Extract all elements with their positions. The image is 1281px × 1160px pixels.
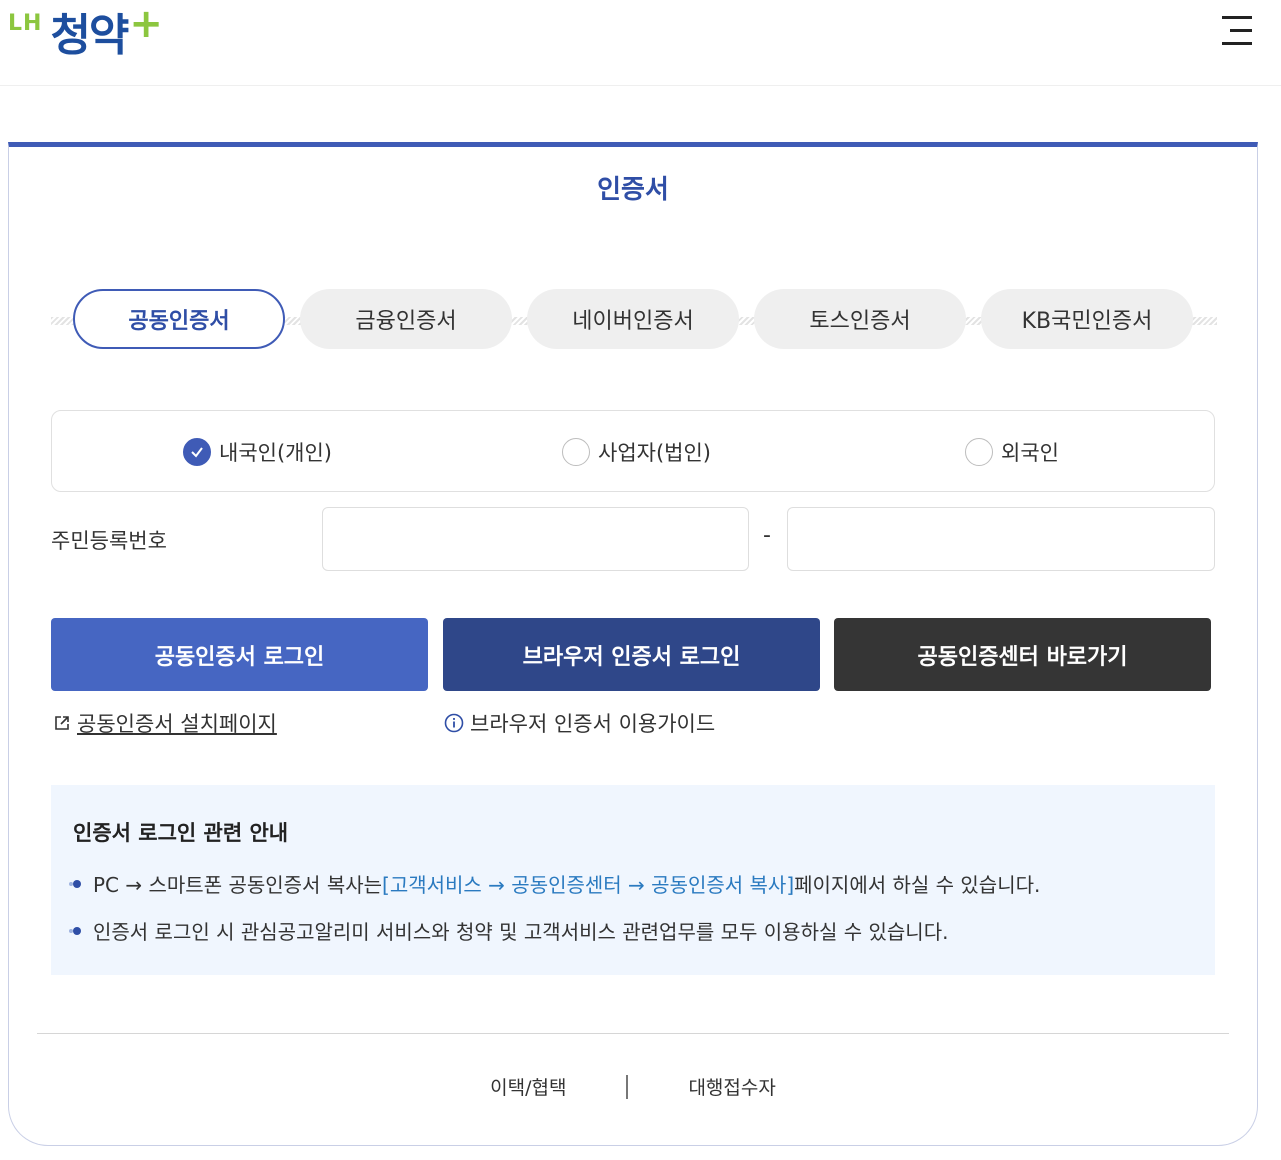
user-type-selector: 내국인(개인) 사업자(법인) 외국인	[51, 410, 1215, 492]
logo-lh-text: LH	[8, 11, 43, 36]
page-title: 인증서	[597, 175, 669, 205]
radio-label: 사업자(법인)	[598, 441, 711, 465]
certificate-card: 인증서 공동인증서 금융인증서 네이버인증서 토스인증서 KB국민인증서 내국인…	[8, 142, 1258, 1146]
radio-circle-icon	[562, 438, 590, 466]
radio-business-corporate[interactable]: 사업자(법인)	[562, 437, 711, 467]
radio-domestic-individual[interactable]: 내국인(개인)	[183, 437, 332, 467]
tab-financial-certificate[interactable]: 금융인증서	[300, 289, 512, 349]
ssn-back-input[interactable]	[787, 507, 1215, 571]
notice-item1-link[interactable]: [고객서비스 → 공동인증센터 → 공동인증서 복사]	[382, 869, 794, 898]
joint-certificate-login-button[interactable]: 공동인증서 로그인	[51, 618, 428, 691]
login-notice-box: 인증서 로그인 관련 안내 PC → 스마트폰 공동인증서 복사는 [고객서비스…	[51, 785, 1215, 975]
radio-foreigner[interactable]: 외국인	[965, 437, 1059, 467]
bullet-icon	[69, 879, 81, 888]
radio-label: 외국인	[1001, 441, 1059, 465]
info-icon	[444, 713, 464, 733]
radio-circle-icon	[965, 438, 993, 466]
ssn-label: 주민등록번호	[51, 529, 167, 553]
notice-item2-text: 인증서 로그인 시 관심공고알리미 서비스와 청약 및 고객서비스 관련업무를 …	[93, 920, 949, 944]
tab-toss-certificate[interactable]: 토스인증서	[754, 289, 966, 349]
browser-guide-link[interactable]: 브라우저 인증서 이용가이드	[444, 708, 715, 738]
external-link-icon	[53, 714, 71, 732]
joint-cert-center-button[interactable]: 공동인증센터 바로가기	[834, 618, 1211, 691]
logo-plus-text: +	[129, 1, 163, 47]
bullet-icon	[69, 926, 81, 935]
install-page-label: 공동인증서 설치페이지	[77, 712, 277, 736]
certificate-tabs: 공동인증서 금융인증서 네이버인증서 토스인증서 KB국민인증서	[73, 289, 1193, 349]
logo-main-text: 청약	[50, 10, 129, 61]
ssn-dash: -	[763, 523, 771, 548]
footer-links: 이택/협택 대행접수자	[9, 1073, 1257, 1100]
tab-naver-certificate[interactable]: 네이버인증서	[527, 289, 739, 349]
ssn-front-input[interactable]	[322, 507, 749, 571]
check-icon	[183, 438, 211, 466]
notice-item1-post: 페이지에서 하실 수 있습니다.	[794, 873, 1041, 897]
notice-item1-pre: PC → 스마트폰 공동인증서 복사는	[93, 873, 383, 897]
notice-item: 인증서 로그인 시 관심공고알리미 서비스와 청약 및 고객서비스 관련업무를 …	[69, 916, 1193, 945]
footer-link-1[interactable]: 이택/협택	[490, 1073, 566, 1100]
site-header: LH 청약 +	[0, 0, 1281, 86]
tab-kb-certificate[interactable]: KB국민인증서	[981, 289, 1193, 349]
notice-item: PC → 스마트폰 공동인증서 복사는 [고객서비스 → 공동인증센터 → 공동…	[69, 869, 1193, 898]
notice-title: 인증서 로그인 관련 안내	[73, 821, 289, 845]
footer-separator	[626, 1074, 629, 1099]
lh-logo[interactable]: LH 청약 +	[8, 4, 163, 64]
footer-divider	[37, 1033, 1229, 1034]
hamburger-menu-icon[interactable]	[1218, 14, 1256, 48]
install-page-link[interactable]: 공동인증서 설치페이지	[53, 708, 277, 738]
tab-joint-certificate[interactable]: 공동인증서	[73, 289, 285, 349]
footer-link-agent[interactable]: 대행접수자	[688, 1073, 775, 1100]
browser-guide-label: 브라우저 인증서 이용가이드	[470, 712, 716, 736]
radio-label: 내국인(개인)	[219, 441, 332, 465]
browser-certificate-login-button[interactable]: 브라우저 인증서 로그인	[443, 618, 820, 691]
